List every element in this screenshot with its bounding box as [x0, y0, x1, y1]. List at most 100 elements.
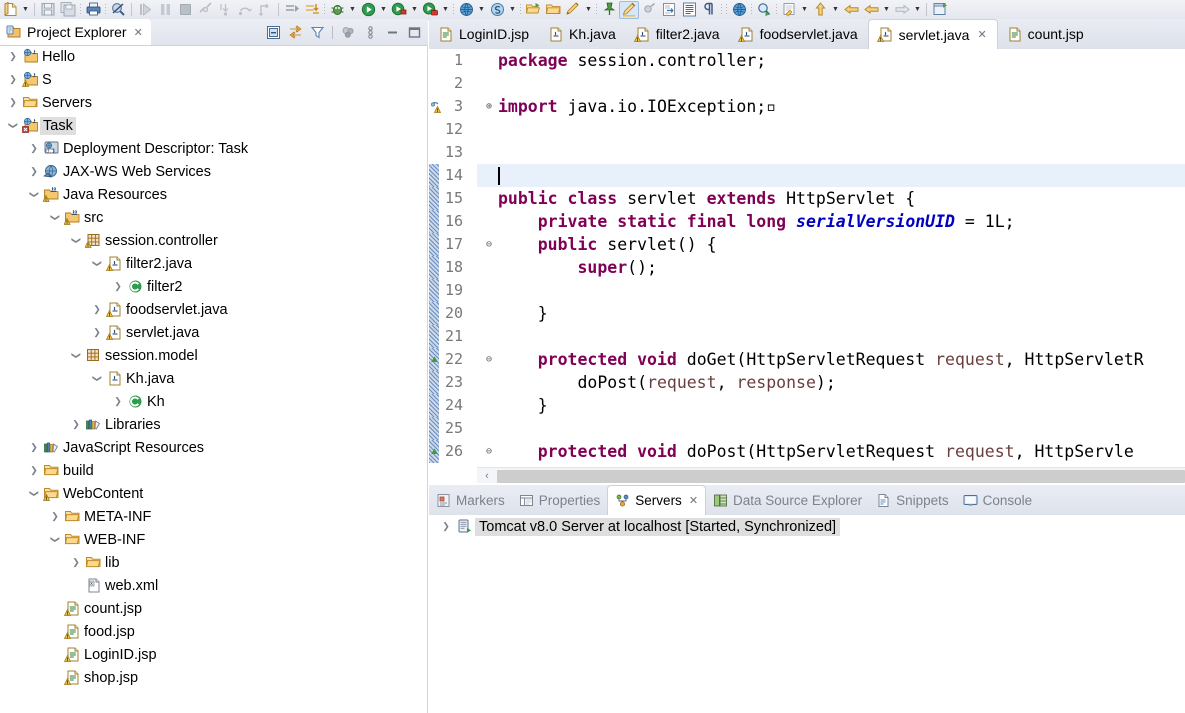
chevron-right-icon[interactable]: ❯ — [90, 298, 104, 321]
bottom-tab-servers[interactable]: Servers ✕ — [607, 485, 707, 515]
scroll-left-arrow-icon[interactable]: ‹ — [477, 468, 497, 483]
tree-item-servers[interactable]: ❯ Servers — [0, 91, 427, 114]
bottom-tab-markers[interactable]: Markers — [429, 485, 512, 515]
tree-item-filter2[interactable]: ❯ filter2 — [0, 275, 427, 298]
outline-icon[interactable] — [679, 1, 699, 19]
collapse-all-icon[interactable] — [263, 22, 283, 42]
bottom-tab-snippets[interactable]: Snippets — [869, 485, 956, 515]
last-edit-dropdown[interactable]: ▼ — [799, 1, 810, 19]
bottom-tab-properties[interactable]: Properties — [512, 485, 608, 515]
up-arrow-icon[interactable] — [810, 1, 830, 19]
chevron-right-icon[interactable]: ❯ — [6, 45, 20, 68]
fold-toggle-icon[interactable]: ⊕ — [483, 95, 495, 118]
up-arrow-dropdown[interactable]: ▼ — [830, 1, 841, 19]
code-line[interactable]: } — [498, 302, 548, 325]
fold-toggle-icon[interactable]: ⊖ — [483, 233, 495, 256]
search-run-icon[interactable] — [754, 1, 774, 19]
open-type-icon[interactable] — [523, 1, 543, 19]
forward-dropdown[interactable]: ▼ — [912, 1, 923, 19]
step-into-icon[interactable] — [215, 1, 235, 19]
tree-item-foodservlet-java[interactable]: ❯ foodservlet.java — [0, 298, 427, 321]
back-dropdown[interactable]: ▼ — [881, 1, 892, 19]
toggle-mark-icon[interactable] — [639, 1, 659, 19]
disconnect-icon[interactable] — [195, 1, 215, 19]
next-annotation-icon[interactable] — [282, 1, 302, 19]
chevron-down-icon[interactable]: ❯ — [86, 257, 109, 271]
open-perspective-icon[interactable] — [930, 1, 950, 19]
tree-item-src[interactable]: ❯ src — [0, 206, 427, 229]
chevron-right-icon[interactable]: ❯ — [439, 515, 453, 538]
tree-item-lib[interactable]: ❯ lib — [0, 551, 427, 574]
working-sets-icon[interactable] — [338, 22, 358, 42]
code-line[interactable]: public servlet() { — [498, 233, 717, 256]
chevron-down-icon[interactable]: ❯ — [44, 533, 67, 547]
editor-tab-filter2-java[interactable]: filter2.java — [626, 19, 730, 49]
tree-item-webcontent[interactable]: ❯ WebContent — [0, 482, 427, 505]
code-line[interactable]: } — [498, 394, 548, 417]
pilcrow-icon[interactable] — [699, 1, 719, 19]
new-wtp-dropdown[interactable]: ▼ — [507, 1, 518, 19]
fold-toggle-icon[interactable]: ⊖ — [483, 348, 495, 371]
chevron-down-icon[interactable]: ❯ — [86, 372, 109, 386]
forward-back-icon[interactable] — [861, 1, 881, 19]
maximize-view-icon[interactable] — [404, 22, 424, 42]
pin-icon[interactable] — [599, 1, 619, 19]
pencil-dropdown[interactable]: ▼ — [583, 1, 594, 19]
chevron-right-icon[interactable]: ❯ — [6, 91, 20, 114]
highlight-icon[interactable] — [619, 0, 639, 19]
editor-tab-loginid-jsp[interactable]: LoginID.jsp — [429, 19, 539, 49]
new-wtp-icon[interactable] — [487, 1, 507, 19]
code-line[interactable]: protected void doPost(HttpServletRequest… — [498, 440, 1134, 463]
run-server-dropdown[interactable]: ▼ — [409, 1, 420, 19]
tree-item-task[interactable]: ❯ Task — [0, 114, 427, 137]
new-wizard-icon[interactable] — [0, 1, 20, 19]
scrollbar-thumb[interactable] — [497, 469, 1185, 483]
view-menu-icon[interactable] — [360, 22, 380, 42]
tree-item-count-jsp[interactable]: count.jsp — [0, 597, 427, 620]
view-filter-icon[interactable] — [307, 22, 327, 42]
chevron-right-icon[interactable]: ❯ — [69, 551, 83, 574]
tree-item-servlet-java[interactable]: ❯ servlet.java — [0, 321, 427, 344]
tree-item-jax-ws-web-services[interactable]: ❯ JAX-WS Web Services — [0, 160, 427, 183]
chevron-down-icon[interactable]: ❯ — [44, 211, 67, 225]
tree-item-session-model[interactable]: ❯ session.model — [0, 344, 427, 367]
code-editor[interactable]: 1 package session.controller; 2 3 ⊕ import ja… — [429, 49, 1185, 483]
no-search-icon[interactable] — [108, 1, 128, 19]
chevron-right-icon[interactable]: ❯ — [27, 160, 41, 183]
chevron-right-icon[interactable]: ❯ — [6, 68, 20, 91]
code-line[interactable]: protected void doGet(HttpServletRequest … — [498, 348, 1144, 371]
step-return-icon[interactable] — [255, 1, 275, 19]
back-icon[interactable] — [841, 1, 861, 19]
suspend-icon[interactable] — [155, 1, 175, 19]
run-toolkit-dropdown[interactable]: ▼ — [440, 1, 451, 19]
code-text[interactable]: 1 package session.controller; 2 3 ⊕ import ja… — [429, 49, 1185, 467]
tree-item-web-inf[interactable]: ❯ WEB-INF — [0, 528, 427, 551]
tree-item-shop-jsp[interactable]: shop.jsp — [0, 666, 427, 689]
chevron-right-icon[interactable]: ❯ — [111, 275, 125, 298]
minimize-view-icon[interactable] — [382, 22, 402, 42]
bottom-tab-console[interactable]: Console — [956, 485, 1040, 515]
close-icon[interactable]: ✕ — [977, 28, 986, 41]
tree-item-libraries[interactable]: ❯ Libraries — [0, 413, 427, 436]
tree-item-deployment-descriptor-task[interactable]: ❯ 3.1 Deployment Descriptor: Task — [0, 137, 427, 160]
debug-icon[interactable] — [327, 1, 347, 19]
terminate-icon[interactable] — [175, 1, 195, 19]
import-icon[interactable] — [659, 1, 679, 19]
previous-annotation-icon[interactable] — [302, 1, 322, 19]
chevron-right-icon[interactable]: ❯ — [27, 436, 41, 459]
save-all-icon[interactable] — [58, 1, 78, 19]
tree-item-hello[interactable]: ❯ Hello — [0, 45, 427, 68]
bottom-tab-data-source-explorer[interactable]: Data Source Explorer — [706, 485, 869, 515]
code-line[interactable]: public class servlet extends HttpServlet… — [498, 187, 915, 210]
open-task-icon[interactable] — [543, 1, 563, 19]
tree-item-meta-inf[interactable]: ❯ META-INF — [0, 505, 427, 528]
close-icon[interactable]: ✕ — [134, 26, 143, 39]
last-edit-icon[interactable] — [779, 1, 799, 19]
editor-tab-foodservlet-java[interactable]: foodservlet.java — [730, 19, 868, 49]
step-over-icon[interactable] — [235, 1, 255, 19]
chevron-right-icon[interactable]: ❯ — [90, 321, 104, 344]
server-row[interactable]: ❯ Tomcat v8.0 Server at localhost [Starte… — [429, 515, 1185, 538]
chevron-right-icon[interactable]: ❯ — [69, 413, 83, 436]
tree-item-kh-java[interactable]: ❯ Kh.java — [0, 367, 427, 390]
tree-item-session-controller[interactable]: ❯ session.controller — [0, 229, 427, 252]
